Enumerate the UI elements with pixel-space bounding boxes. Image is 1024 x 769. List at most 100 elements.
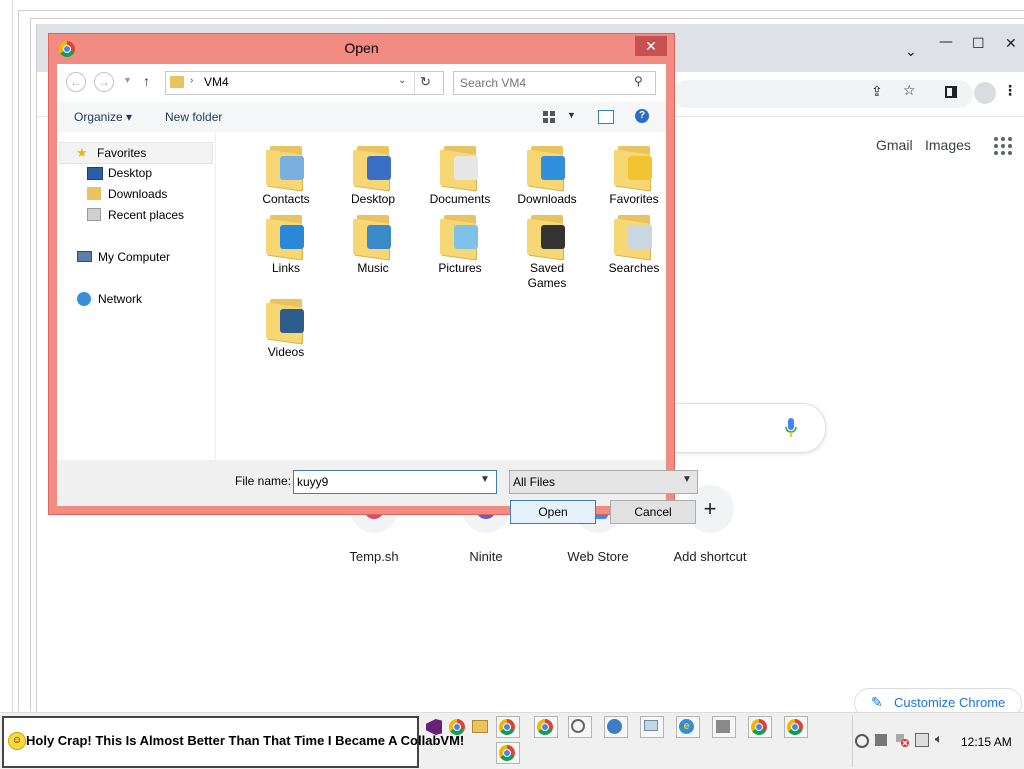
tree-item-label: Network — [98, 292, 143, 306]
new-folder-button[interactable]: New folder — [165, 110, 222, 124]
images-link[interactable]: Images — [925, 137, 971, 153]
close-button[interactable]: ✕ — [635, 36, 667, 56]
omnibox[interactable] — [673, 80, 973, 108]
chevron-down-icon[interactable]: ▼ — [480, 474, 490, 485]
folder-item-favorites[interactable]: Favorites — [594, 142, 674, 207]
folder-item-videos[interactable]: Videos — [246, 295, 326, 360]
folder-item-pictures[interactable]: Pictures — [420, 211, 500, 276]
apps-grid-icon[interactable] — [993, 136, 1013, 156]
search-input[interactable] — [458, 74, 632, 92]
flag-error-icon[interactable] — [895, 733, 909, 747]
taskbar-chrome-window[interactable] — [496, 716, 520, 738]
help-icon[interactable]: ? — [635, 109, 649, 123]
file-explorer-icon[interactable] — [472, 720, 488, 733]
taskbar-app-window[interactable] — [712, 716, 736, 738]
preview-pane-icon[interactable] — [598, 110, 614, 124]
menu-dots-icon[interactable]: ⋮ — [1003, 83, 1017, 99]
address-dropdown-icon[interactable]: ⌄ — [398, 75, 406, 86]
folder-item-saved-games[interactable]: Saved Games — [517, 211, 577, 291]
folder-label: Music — [357, 261, 389, 275]
clock[interactable]: 12:15 AM — [961, 735, 1012, 749]
customize-chrome-label: Customize Chrome — [894, 695, 1006, 710]
folder-item-links[interactable]: Links — [246, 211, 326, 276]
command-bar: Organize ▾ New folder ▼ ? — [57, 102, 666, 133]
folder-item-searches[interactable]: Searches — [594, 211, 674, 276]
tree-item-downloads[interactable]: Downloads — [87, 184, 211, 204]
share-icon[interactable]: ⇪ — [871, 84, 883, 100]
folder-icon — [614, 211, 654, 260]
folder-item-desktop[interactable]: Desktop — [333, 142, 413, 207]
tree-item-my-computer[interactable]: My Computer — [77, 247, 211, 267]
file-name-input[interactable]: kuyy9 — [297, 475, 328, 489]
taskbar-chrome-window[interactable] — [496, 742, 520, 764]
view-options-icon[interactable] — [543, 111, 555, 123]
breadcrumb-item[interactable]: VM4 — [204, 75, 229, 89]
navigation-pane: ★ Favorites Desktop Downloads Recent pla… — [57, 132, 216, 460]
taskbar-chrome-window[interactable] — [784, 716, 808, 738]
tree-item-network[interactable]: Network — [77, 289, 211, 309]
shortcut-label[interactable]: Temp.sh — [324, 549, 424, 564]
dialog-client-area: ← → ▼ ↑ › VM4 ⌄ ↻ ⚲ Organize ▾ New folde… — [57, 64, 698, 524]
search-box[interactable]: ⚲ — [453, 71, 656, 95]
tree-item-label: Recent places — [108, 208, 185, 222]
network-tray-icon[interactable] — [915, 733, 929, 747]
file-name-label: File name: — [235, 474, 292, 488]
shortcut-label[interactable]: Ninite — [436, 549, 536, 564]
tree-item-desktop[interactable]: Desktop — [87, 163, 211, 183]
file-type-select[interactable]: All Files ▼ — [509, 470, 698, 494]
minimize-icon[interactable]: — — [939, 34, 953, 50]
up-arrow-icon[interactable]: ↑ — [143, 73, 150, 89]
chevron-down-icon[interactable]: ▼ — [682, 474, 692, 485]
tree-item-recent-places[interactable]: Recent places — [87, 205, 211, 225]
organize-menu-button[interactable]: Organize ▾ — [74, 110, 132, 124]
folder-icon — [353, 142, 393, 191]
voice-search-icon[interactable] — [785, 418, 797, 438]
file-name-combobox[interactable]: kuyy9 ▼ — [293, 470, 497, 494]
tree-item-favorites[interactable]: ★ Favorites — [59, 142, 213, 164]
volume-icon[interactable]: 🔈︎ — [935, 731, 943, 747]
open-button[interactable]: Open — [510, 500, 596, 524]
system-tray: 🔈︎ 12:15 AM — [852, 715, 1024, 767]
folder-icon — [266, 142, 306, 191]
address-bar[interactable]: › VM4 ⌄ ↻ — [165, 71, 444, 95]
folder-item-music[interactable]: Music — [333, 211, 413, 276]
profile-avatar-icon[interactable] — [974, 82, 996, 104]
shortcut-label[interactable]: Web Store — [548, 549, 648, 564]
chrome-taskbar-icon[interactable] — [449, 719, 465, 735]
taskbar-app-window[interactable] — [568, 716, 592, 738]
taskbar-chrome-window[interactable] — [748, 716, 772, 738]
taskbar-ie-window[interactable]: e — [676, 716, 700, 738]
back-icon[interactable]: ← — [66, 72, 86, 92]
tray-stop-icon[interactable] — [875, 734, 887, 746]
folder-item-documents[interactable]: Documents — [420, 142, 500, 207]
tab-search-icon[interactable]: ⌄ — [905, 44, 917, 60]
breadcrumb-separator-icon: › — [190, 75, 194, 86]
folder-label: Desktop — [350, 192, 396, 206]
folder-label: Contacts — [262, 192, 310, 206]
side-panel-icon[interactable] — [945, 86, 957, 98]
open-file-dialog: Open ✕ ← → ▼ ↑ › VM4 ⌄ ↻ ⚲ Organize ▾ — [48, 33, 698, 524]
refresh-icon[interactable]: ↻ — [420, 74, 431, 90]
file-type-value: All Files — [513, 475, 556, 489]
taskbar-app-window[interactable] — [640, 716, 664, 738]
maximize-icon[interactable]: ☐ — [972, 36, 985, 52]
shortcut-label[interactable]: Add shortcut — [660, 549, 760, 564]
recent-locations-icon[interactable]: ▼ — [123, 75, 132, 85]
tray-app-icon[interactable] — [855, 734, 869, 748]
folder-item-downloads[interactable]: Downloads — [507, 142, 587, 207]
folder-item-contacts[interactable]: Contacts — [246, 142, 326, 207]
cancel-button[interactable]: Cancel — [610, 500, 696, 524]
folder-icon — [527, 142, 567, 191]
folder-label: Searches — [608, 261, 660, 275]
background-window-edge — [0, 0, 13, 712]
view-dropdown-icon[interactable]: ▼ — [567, 110, 576, 120]
bookmark-star-icon[interactable]: ☆ — [903, 83, 916, 99]
close-icon[interactable]: ✕ — [1005, 36, 1017, 52]
gmail-link[interactable]: Gmail — [876, 137, 913, 153]
taskbar-globe-window[interactable] — [604, 716, 628, 738]
taskbar-chrome-window[interactable] — [534, 716, 558, 738]
divider — [414, 72, 415, 94]
forward-icon[interactable]: → — [94, 72, 114, 92]
taskbar-banner[interactable]: ☺ Holy Crap! This Is Almost Better Than … — [2, 716, 464, 768]
tree-item-label: Favorites — [97, 146, 147, 160]
